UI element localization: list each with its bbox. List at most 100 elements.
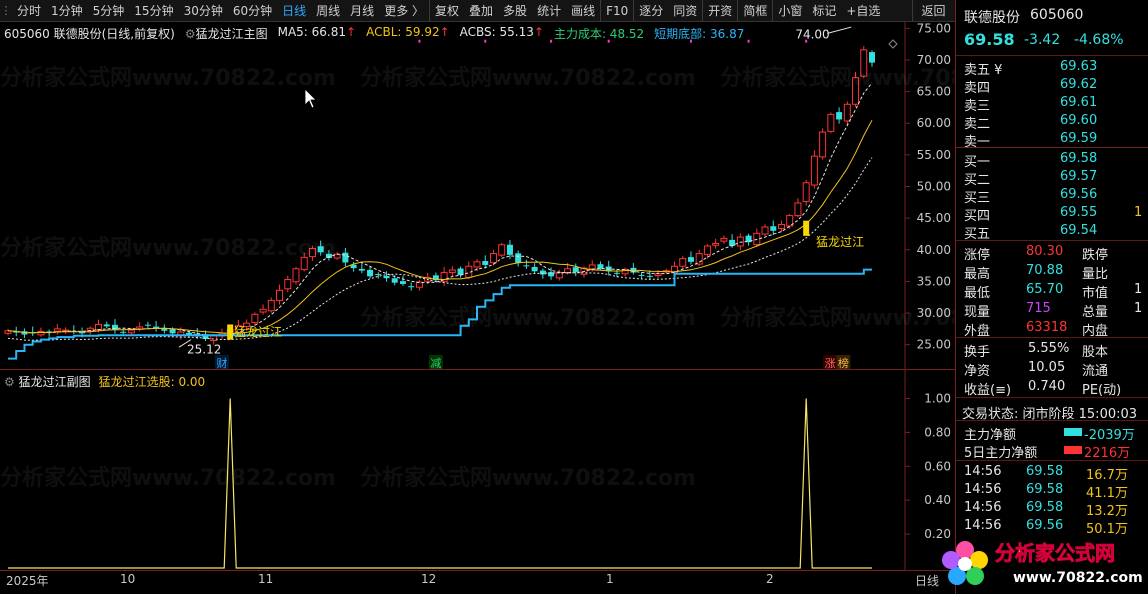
- candle-body: [836, 112, 843, 120]
- sub-indicator-chart[interactable]: 1.000.800.600.400.20: [0, 370, 955, 570]
- toolbar-item[interactable]: 30分钟: [179, 0, 228, 22]
- collapse-diamond-icon: [888, 39, 898, 49]
- y-tick-label: 1.00: [924, 391, 951, 405]
- candle: [432, 272, 439, 283]
- ask-price: 69.59: [1060, 131, 1098, 146]
- y-tick-label: 50.00: [917, 180, 951, 194]
- candle: [300, 252, 308, 272]
- stat-row: 现量 715 总量 1: [956, 300, 1148, 320]
- acbl-line: [7, 119, 873, 334]
- bid-row: 买二 69.57: [956, 168, 1148, 188]
- candle-body: [120, 331, 127, 333]
- toolbar-item[interactable]: 分时: [12, 0, 46, 22]
- toolbar-item[interactable]: 周线: [311, 0, 345, 22]
- candle: [572, 263, 579, 277]
- candle-body: [703, 245, 711, 255]
- bid-volume: 1: [1134, 205, 1143, 220]
- candle-body: [810, 155, 818, 186]
- high-price-label: 74.00: [795, 27, 829, 41]
- candle: [630, 263, 637, 275]
- y-tick-label: 0.60: [924, 459, 951, 473]
- stat-value: 80.30: [1026, 244, 1064, 259]
- flow-value: 2216万: [1084, 446, 1131, 461]
- date-label: 10: [120, 572, 136, 586]
- candle-body: [761, 226, 769, 235]
- y-tick-label: 70.00: [917, 53, 951, 67]
- toolbar-item[interactable]: 月线: [345, 0, 379, 22]
- ask-price: 69.62: [1060, 77, 1098, 92]
- price-change-pct: -4.68%: [1074, 32, 1124, 48]
- toolbar-item[interactable]: 多股: [498, 0, 532, 22]
- back-button[interactable]: 返回: [912, 0, 954, 22]
- toolbar-item[interactable]: 15分钟: [129, 0, 178, 22]
- y-tick-label: 30.00: [917, 306, 951, 320]
- main-kline-chart[interactable]: 75.00 70.00 65.00 60.00 55.00 50.00 45.00 40.00…: [0, 22, 955, 370]
- stat-value: 5.55%: [1028, 341, 1070, 356]
- toolbar-item[interactable]: 简框: [737, 0, 772, 22]
- candle: [869, 50, 875, 67]
- candle-body: [127, 329, 135, 334]
- stat-label: 股本: [1082, 345, 1109, 360]
- toolbar-item[interactable]: 1分钟: [46, 0, 88, 22]
- candle: [53, 324, 61, 335]
- toolbar-item[interactable]: 日线: [277, 0, 311, 22]
- toolbar-item[interactable]: 小窗: [772, 0, 807, 22]
- toolbar-item[interactable]: 5分钟: [88, 0, 130, 22]
- main-indicator-bar: 605060 联德股份(日线,前复权) ⚙猛龙过江主图 MA5: 66.81↑ …: [4, 25, 744, 41]
- up-arrow-icon: ↑: [346, 25, 357, 39]
- candle: [860, 46, 868, 79]
- toolbar-item[interactable]: 统计: [532, 0, 566, 22]
- toolbar-item[interactable]: 更多 〉: [379, 0, 429, 22]
- signal-label: 猛龙过江: [234, 325, 282, 339]
- bid-price: 69.56: [1060, 187, 1098, 202]
- toolbar-item[interactable]: +自选: [841, 0, 885, 22]
- stat-value: 1: [1134, 282, 1143, 297]
- bid-row: 买四 69.55 1: [956, 204, 1148, 224]
- bid-price: 69.57: [1060, 169, 1098, 184]
- candle: [292, 266, 300, 285]
- candle-body: [284, 279, 292, 290]
- candle-body: [367, 269, 374, 277]
- candle-body: [276, 289, 284, 301]
- stat-label: 市值: [1082, 286, 1109, 301]
- toolbar-item[interactable]: F10: [600, 0, 633, 22]
- last-price: 69.58: [964, 30, 1015, 49]
- candle: [819, 128, 827, 160]
- candle: [457, 266, 464, 278]
- candle: [786, 213, 794, 229]
- divider: [956, 460, 1148, 461]
- toolbar-item[interactable]: 逐分: [633, 0, 668, 22]
- stat-value: 715: [1026, 301, 1051, 316]
- candle: [531, 263, 538, 274]
- candle: [333, 252, 341, 260]
- candle: [679, 255, 687, 270]
- main-indicator-name[interactable]: ⚙猛龙过江主图: [185, 25, 268, 41]
- date-label: 1: [606, 572, 614, 586]
- candle-body: [498, 244, 506, 256]
- toolbar-item[interactable]: 同资: [668, 0, 702, 22]
- divider: [956, 147, 1148, 148]
- toolbar-grip-icon[interactable]: ⋮: [0, 0, 12, 22]
- toolbar-item[interactable]: 开资: [702, 0, 737, 22]
- toolbar-item[interactable]: 标记: [807, 0, 841, 22]
- toolbar-item[interactable]: 画线: [566, 0, 600, 22]
- toolbar-item[interactable]: 60分钟: [228, 0, 277, 22]
- candle: [605, 260, 612, 276]
- candle-body: [679, 258, 687, 267]
- sub-indicator-name[interactable]: ⚙ 猛龙过江副图: [4, 373, 91, 389]
- settings-icon[interactable]: ⚙: [4, 375, 19, 389]
- stat-row: 涨停 80.30 跌停: [956, 243, 1148, 263]
- toolbar-item[interactable]: 叠加: [464, 0, 498, 22]
- toolbar-item[interactable]: 复权: [429, 0, 464, 22]
- settings-icon[interactable]: ⚙: [185, 27, 196, 41]
- stat-label: 总量: [1082, 305, 1109, 320]
- candle: [498, 242, 506, 257]
- candle: [70, 325, 77, 334]
- signal-candle: [227, 324, 234, 340]
- candle-body: [539, 270, 546, 275]
- candle-body: [358, 268, 365, 271]
- mouse-cursor-icon: [304, 88, 317, 109]
- candle-body: [588, 264, 596, 270]
- candle: [523, 259, 530, 269]
- stat-label: 最高: [964, 267, 991, 282]
